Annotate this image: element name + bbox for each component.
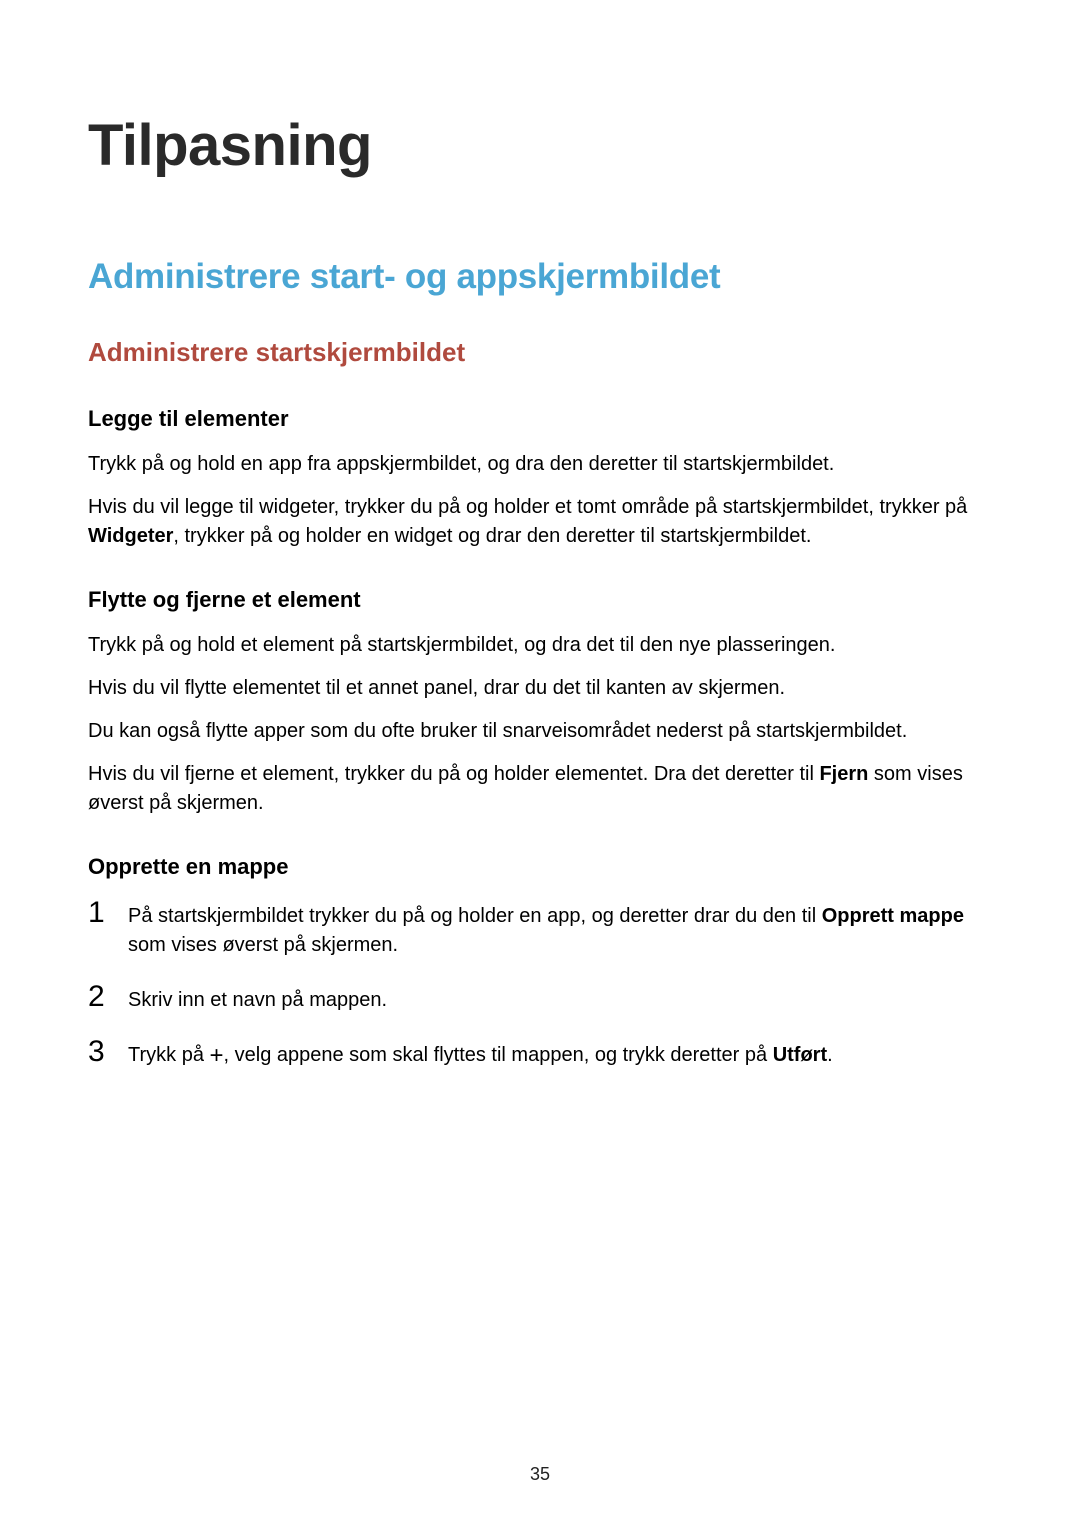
- text-run: På startskjermbildet trykker du på og ho…: [128, 905, 822, 927]
- bold-text: Widgeter: [88, 525, 173, 547]
- text-run: , velg appene som skal flyttes til mappe…: [224, 1044, 773, 1066]
- subheading-move: Flytte og fjerne et element: [88, 587, 992, 613]
- list-number: 2: [88, 982, 128, 1012]
- paragraph: Trykk på og hold en app fra appskjermbil…: [88, 450, 992, 479]
- bold-text: Fjern: [819, 763, 868, 785]
- section-move-remove: Flytte og fjerne et element Trykk på og …: [88, 587, 992, 818]
- bold-text: Utført: [773, 1044, 827, 1066]
- paragraph: Du kan også flytte apper som du ofte bru…: [88, 717, 992, 746]
- list-body: På startskjermbildet trykker du på og ho…: [128, 898, 992, 960]
- paragraph: Hvis du vil flytte elementet til et anne…: [88, 674, 992, 703]
- text-run: Trykk på: [128, 1044, 210, 1066]
- text-run: Hvis du vil legge til widgeter, trykker …: [88, 496, 967, 518]
- section-add-elements: Legge til elementer Trykk på og hold en …: [88, 406, 992, 551]
- page-title: Tilpasning: [88, 112, 992, 179]
- paragraph: Trykk på og hold et element på startskje…: [88, 631, 992, 660]
- subheading-folder: Opprette en mappe: [88, 854, 992, 880]
- subheading-add: Legge til elementer: [88, 406, 992, 432]
- list-body: Trykk på +, velg appene som skal flyttes…: [128, 1037, 833, 1070]
- section-create-folder: Opprette en mappe 1 På startskjermbildet…: [88, 854, 992, 1070]
- list-item: 2 Skriv inn et navn på mappen.: [88, 982, 992, 1015]
- list-body: Skriv inn et navn på mappen.: [128, 982, 387, 1015]
- section-heading-h3: Administrere startskjermbildet: [88, 337, 992, 368]
- section-heading-h2: Administrere start- og appskjermbildet: [88, 257, 992, 297]
- list-number: 3: [88, 1037, 128, 1067]
- paragraph: Hvis du vil legge til widgeter, trykker …: [88, 493, 992, 551]
- numbered-list: 1 På startskjermbildet trykker du på og …: [88, 898, 992, 1070]
- text-run: som vises øverst på skjermen.: [128, 934, 398, 956]
- list-item: 1 På startskjermbildet trykker du på og …: [88, 898, 992, 960]
- paragraph: Hvis du vil fjerne et element, trykker d…: [88, 760, 992, 818]
- text-run: Hvis du vil fjerne et element, trykker d…: [88, 763, 819, 785]
- list-number: 1: [88, 898, 128, 928]
- page-number: 35: [0, 1464, 1080, 1485]
- list-item: 3 Trykk på +, velg appene som skal flytt…: [88, 1037, 992, 1070]
- bold-text: Opprett mappe: [822, 905, 964, 927]
- text-run: .: [827, 1044, 833, 1066]
- text-run: , trykker på og holder en widget og drar…: [173, 525, 811, 547]
- document-page: Tilpasning Administrere start- og appskj…: [0, 0, 1080, 1527]
- text-run: Skriv inn et navn på mappen.: [128, 989, 387, 1011]
